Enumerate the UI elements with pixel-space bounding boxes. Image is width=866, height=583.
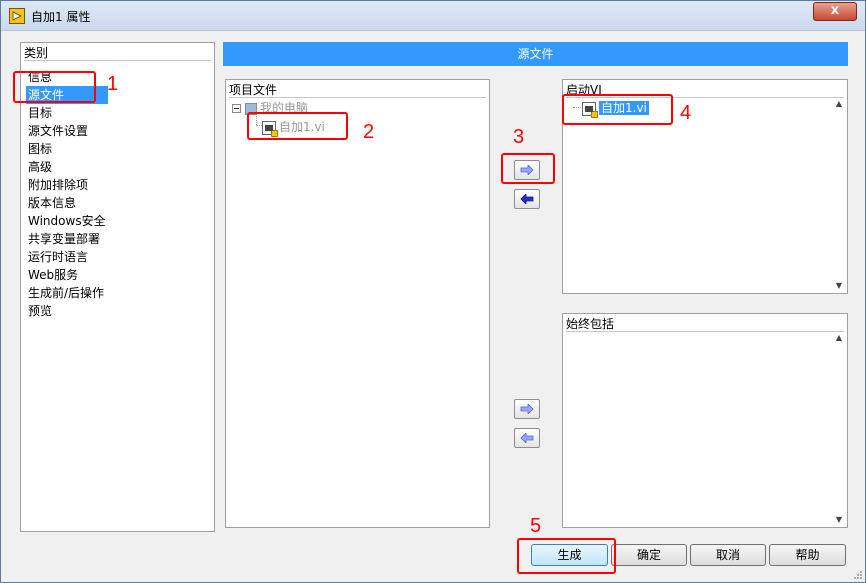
remove-from-always-include-button[interactable] [514,428,540,448]
category-item-advanced[interactable]: 高级 [26,158,108,176]
help-button[interactable]: 帮助 [769,544,846,566]
category-item-source-file-settings[interactable]: 源文件设置 [26,122,108,140]
category-item-label: 共享变量部署 [28,232,101,246]
startup-vi-item[interactable]: 自加1.vi [582,99,649,118]
window-title: 自加1 属性 [31,10,91,24]
always-include-header: 始终包括 [566,317,844,332]
scroll-up-icon[interactable]: ▲ [832,98,846,110]
category-item-windows-security[interactable]: Windows安全 [26,212,108,230]
startup-vi-header: 启动VI [566,83,844,98]
left-arrow-icon [520,194,534,204]
category-item-runtime-languages[interactable]: 运行时语言 [26,248,108,266]
startup-vi-panel: 启动VI 自加1.vi ▲ ▼ [562,79,848,294]
tree-node-label: 我的电脑 [260,101,309,115]
category-item-label: 目标 [28,106,53,120]
category-item-label: 预览 [28,304,53,318]
always-include-scrollbar[interactable]: ▲ ▼ [832,332,846,526]
category-item-label: 版本信息 [28,196,77,210]
right-arrow-icon [520,404,534,414]
vi-file-icon [582,101,598,118]
category-item-label: Web服务 [28,268,79,282]
resize-grip-icon[interactable] [853,570,863,580]
startup-vi-scrollbar[interactable]: ▲ ▼ [832,98,846,292]
category-item-web-services[interactable]: Web服务 [26,266,108,284]
properties-dialog: 自加1 属性 x 类别 信息 源文件 目标 源文件设置 图标 高级 附加排除项 … [0,0,866,583]
annotation-number-4: 4 [680,102,692,124]
tree-node-vi-file[interactable]: 自加1.vi [262,118,325,137]
category-item-label: 信息 [28,70,53,84]
title-bar[interactable]: 自加1 属性 x [1,1,865,31]
remove-from-startup-button[interactable] [514,189,540,209]
category-item-label: 生成前/后操作 [28,286,105,300]
category-item-label: 附加排除项 [28,178,89,192]
vi-file-icon [262,120,278,137]
category-panel: 类别 信息 源文件 目标 源文件设置 图标 高级 附加排除项 版本信息 Wind… [20,42,215,532]
category-item-version-info[interactable]: 版本信息 [26,194,108,212]
tree-node-label: 自加1.vi [279,120,325,134]
project-files-header: 项目文件 [229,83,486,98]
category-item-label: 高级 [28,160,53,174]
always-include-panel: 始终包括 ▲ ▼ [562,313,848,528]
category-item-pre-post-build-actions[interactable]: 生成前/后操作 [26,284,108,302]
startup-vi-label: 自加1.vi [599,101,649,115]
scroll-down-icon[interactable]: ▼ [832,280,846,292]
category-item-info[interactable]: 信息 [26,68,108,86]
category-item-label: 运行时语言 [28,250,89,264]
annotation-number-5: 5 [530,515,542,537]
tree-line [573,107,581,108]
category-item-source-files[interactable]: 源文件 [26,86,108,104]
category-item-destinations[interactable]: 目标 [26,104,108,122]
category-item-label: 图标 [28,142,53,156]
annotation-number-1: 1 [107,73,119,95]
project-files-panel: 项目文件 我的电脑 自加1.vi [225,79,490,528]
collapse-icon[interactable] [232,104,241,113]
build-button[interactable]: 生成 [531,544,608,566]
annotation-number-2: 2 [363,121,375,143]
category-item-label: Windows安全 [28,214,106,228]
category-item-label: 源文件设置 [28,124,89,138]
category-header: 类别 [24,46,211,61]
close-button[interactable]: x [813,2,857,21]
add-to-always-include-button[interactable] [514,399,540,419]
left-arrow-icon [520,433,534,443]
right-arrow-icon [520,165,534,175]
category-item-label: 源文件 [28,88,65,102]
category-item-additional-exclusions[interactable]: 附加排除项 [26,176,108,194]
tree-node-my-computer[interactable]: 我的电脑 [232,99,308,116]
add-to-startup-button[interactable] [514,160,540,180]
category-item-icon[interactable]: 图标 [26,140,108,158]
category-item-preview[interactable]: 预览 [26,302,108,320]
cancel-button[interactable]: 取消 [690,544,766,566]
labview-app-icon [9,8,25,24]
section-title: 源文件 [223,42,848,66]
category-list: 信息 源文件 目标 源文件设置 图标 高级 附加排除项 版本信息 Windows… [26,68,108,320]
tree-line [256,113,257,125]
ok-button[interactable]: 确定 [611,544,687,566]
scroll-up-icon[interactable]: ▲ [832,332,846,344]
scroll-down-icon[interactable]: ▼ [832,514,846,526]
category-item-shared-variable-deployment[interactable]: 共享变量部署 [26,230,108,248]
annotation-number-3: 3 [513,126,525,148]
